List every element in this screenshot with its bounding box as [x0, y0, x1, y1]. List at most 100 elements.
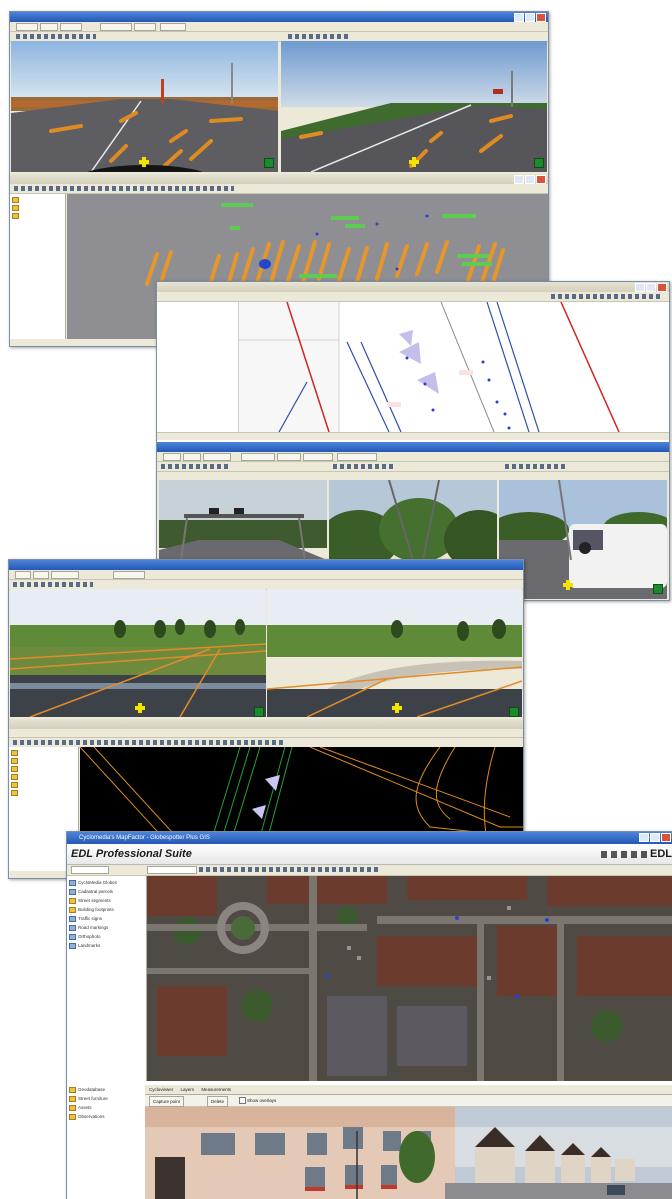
toolbar-icons[interactable]	[13, 582, 93, 587]
layer-item[interactable]: Geodatabase	[69, 1085, 141, 1094]
edl-brand-bar: EDL Professional Suite EDL	[67, 844, 672, 865]
toolbar-button[interactable]	[15, 571, 31, 579]
toolbar-icons[interactable]	[199, 867, 379, 872]
maximize-button[interactable]	[525, 13, 535, 22]
layer-item[interactable]: CycloMedia Globes	[69, 878, 144, 887]
toolbar-icons[interactable]	[551, 294, 661, 299]
vector-map-canvas[interactable]	[239, 302, 669, 432]
tree-item[interactable]	[12, 212, 63, 220]
edl-layer-tree[interactable]: CycloMedia Globes Cadastral parcels Stre…	[67, 876, 147, 1081]
toolbar-button[interactable]	[163, 453, 181, 461]
panorama-van[interactable]	[499, 480, 667, 599]
toolbar-button[interactable]	[100, 23, 132, 31]
annotation-label	[221, 203, 253, 207]
overlay-toggle-icon[interactable]	[653, 584, 663, 594]
navigation-arrows-icon[interactable]	[409, 157, 419, 167]
edl-brand-title: EDL Professional Suite	[71, 848, 192, 860]
scale-select[interactable]	[147, 866, 197, 874]
navigation-arrows-icon[interactable]	[392, 703, 402, 713]
vector-statusbar	[157, 432, 669, 440]
toolbar-button[interactable]	[277, 453, 301, 461]
overlay-checkbox[interactable]	[239, 1097, 246, 1104]
toolbar-button[interactable]	[113, 571, 145, 579]
maximize-button[interactable]	[650, 833, 660, 842]
toolbar-button[interactable]	[33, 571, 49, 579]
toolbar-button[interactable]	[203, 453, 231, 461]
tree-item[interactable]	[11, 757, 76, 765]
overlay-toggle-icon[interactable]	[534, 158, 544, 168]
window-titlebar	[9, 560, 523, 570]
tree-item[interactable]	[11, 765, 76, 773]
layer-item[interactable]: Street segments	[69, 896, 144, 905]
toolbar-button[interactable]	[134, 23, 156, 31]
toolbar-icons[interactable]	[161, 464, 231, 469]
capture-button[interactable]: Capture point	[149, 1096, 185, 1107]
toolbar-button[interactable]	[51, 571, 79, 579]
navigation-arrows-icon[interactable]	[563, 580, 573, 590]
coordinate-readout	[387, 866, 437, 872]
panorama-field-left[interactable]	[10, 589, 266, 717]
tree-item[interactable]	[12, 196, 63, 204]
toolbar-button[interactable]	[40, 23, 58, 31]
overlay-toggle-icon[interactable]	[264, 158, 274, 168]
navigation-arrows-icon[interactable]	[135, 703, 145, 713]
globespotter-toolbar	[157, 452, 669, 462]
toolbar-button[interactable]	[183, 453, 201, 461]
toolbar-button[interactable]	[241, 453, 275, 461]
edl-lower-tree[interactable]: Geodatabase Street furniture Assets Obse…	[67, 1083, 143, 1199]
tab-layers[interactable]: Layers	[181, 1087, 195, 1092]
toolbar-button[interactable]	[16, 23, 38, 31]
close-button[interactable]	[661, 833, 671, 842]
layer-item[interactable]: Building footprints	[69, 905, 144, 914]
layer-item[interactable]: Landmarks	[69, 941, 144, 950]
panorama-left[interactable]	[11, 41, 278, 172]
toolbar-icons[interactable]	[505, 464, 565, 469]
layer-item[interactable]: Cadastral parcels	[69, 887, 144, 896]
close-button[interactable]	[536, 175, 546, 184]
maximize-button[interactable]	[646, 283, 656, 292]
overlay-toggle-icon[interactable]	[254, 707, 264, 717]
panorama-right-image	[281, 41, 547, 172]
delete-button[interactable]: Delete	[207, 1096, 229, 1107]
toolbar-button[interactable]	[303, 453, 333, 461]
layer-item[interactable]: Orthophoto	[69, 932, 144, 941]
layer-item[interactable]: Observations	[69, 1112, 141, 1121]
panorama-right[interactable]	[281, 41, 547, 172]
toolbar-button[interactable]	[337, 453, 377, 461]
edl-tabs: Cycloviewer Layers Measurements	[145, 1085, 672, 1095]
edl-header-icons[interactable]	[601, 851, 649, 858]
toolbar-button[interactable]	[160, 23, 186, 31]
tree-item[interactable]	[11, 781, 76, 789]
edl-aerial-map[interactable]	[147, 876, 672, 1081]
panorama-field-right[interactable]	[267, 589, 522, 717]
toolbar-icons[interactable]	[13, 740, 283, 745]
toolbar-icons[interactable]	[288, 34, 348, 39]
layer-item[interactable]: Road markings	[69, 923, 144, 932]
tree-item[interactable]	[11, 749, 76, 757]
toolbar-icons[interactable]	[333, 464, 393, 469]
minimize-button[interactable]	[639, 833, 649, 842]
navigation-arrows-icon[interactable]	[139, 157, 149, 167]
overlay-toggle-icon[interactable]	[509, 707, 519, 717]
tab-measurements[interactable]: Measurements	[201, 1087, 231, 1092]
tree-item[interactable]	[11, 789, 76, 797]
edl-streetview[interactable]	[145, 1107, 672, 1199]
vector-layer-tree[interactable]	[157, 302, 239, 432]
toolbar-icons[interactable]	[14, 186, 234, 191]
minimize-button[interactable]	[514, 175, 524, 184]
layer-item[interactable]: Assets	[69, 1103, 141, 1112]
layer-item[interactable]: Traffic signs	[69, 914, 144, 923]
close-button[interactable]	[657, 283, 667, 292]
pointcloud-layer-tree[interactable]	[10, 194, 66, 339]
maximize-button[interactable]	[525, 175, 535, 184]
tree-item[interactable]	[11, 773, 76, 781]
tree-item[interactable]	[12, 204, 63, 212]
layer-select[interactable]	[71, 866, 109, 874]
tab-cycloviewer[interactable]: Cycloviewer	[149, 1087, 173, 1092]
toolbar-icons[interactable]	[16, 34, 96, 39]
minimize-button[interactable]	[635, 283, 645, 292]
toolbar-button[interactable]	[60, 23, 82, 31]
minimize-button[interactable]	[514, 13, 524, 22]
layer-item[interactable]: Street furniture	[69, 1094, 141, 1103]
close-button[interactable]	[536, 13, 546, 22]
